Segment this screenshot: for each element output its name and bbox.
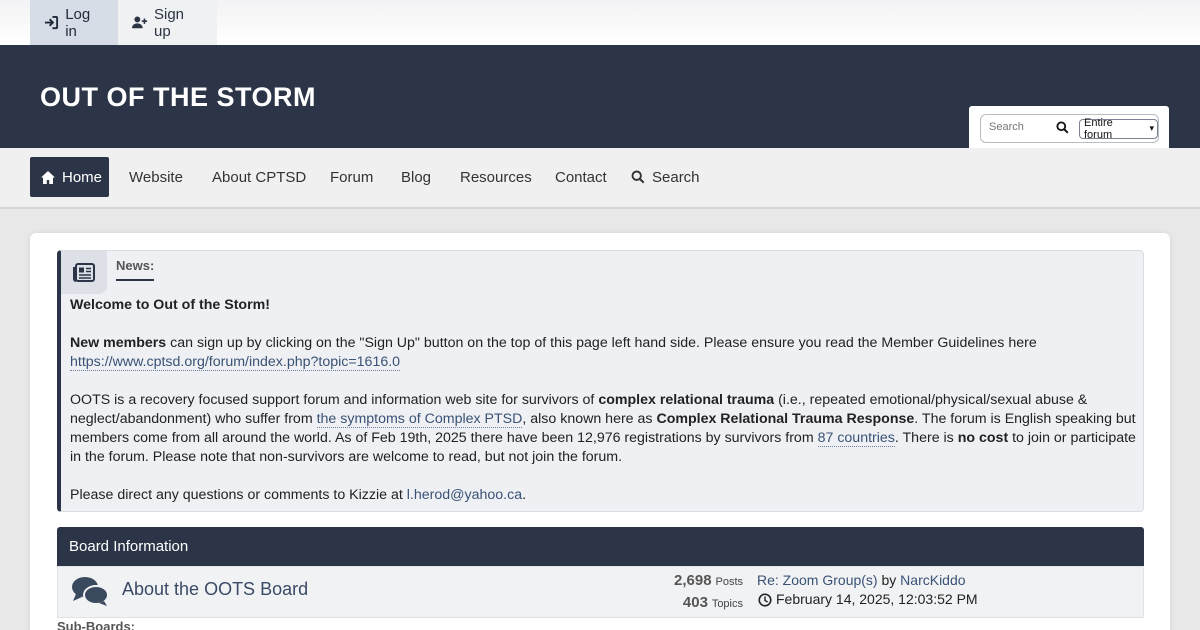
news-intro-text: OOTS is a recovery focused support forum… bbox=[70, 392, 599, 408]
user-bar: Log in Sign up bbox=[0, 0, 1200, 45]
news-bold-trauma: complex relational trauma bbox=[598, 392, 775, 408]
news-bold-response: Complex Relational Trauma Response bbox=[656, 411, 915, 427]
news-label: News: bbox=[116, 258, 155, 281]
nav-website[interactable]: Website bbox=[129, 157, 183, 197]
countries-link[interactable]: 87 countries bbox=[817, 430, 895, 447]
login-button[interactable]: Log in bbox=[30, 0, 118, 45]
posts-count: 2,698 bbox=[674, 572, 712, 589]
user-plus-icon bbox=[132, 15, 148, 31]
news-signup-text: can sign up by clicking on the "Sign Up"… bbox=[166, 335, 1037, 351]
site-title[interactable]: OUT OF THE STORM bbox=[40, 82, 316, 113]
board-row: About the OOTS Board 2,698 Posts 403 Top… bbox=[57, 566, 1144, 618]
news-text-aka: , also known here as bbox=[522, 411, 657, 427]
signup-button[interactable]: Sign up bbox=[118, 0, 217, 45]
newspaper-icon bbox=[61, 251, 107, 294]
clock-icon bbox=[757, 592, 773, 608]
nav-search-label: Search bbox=[652, 168, 700, 186]
search-scope-select[interactable]: Entire forum ▾ bbox=[1079, 117, 1158, 141]
board-stats: 2,698 Posts 403 Topics bbox=[648, 570, 743, 614]
nav-forum[interactable]: Forum bbox=[330, 157, 373, 197]
home-icon bbox=[40, 169, 56, 185]
main-content: News: Welcome to Out of the Storm! New m… bbox=[30, 233, 1170, 630]
last-post-link[interactable]: Re: Zoom Group(s) bbox=[757, 572, 878, 588]
nav-blog[interactable]: Blog bbox=[401, 157, 431, 197]
search-icon bbox=[630, 169, 646, 185]
search-scope-value: Entire forum bbox=[1084, 117, 1113, 141]
main-nav: Home Website About CPTSD Forum Blog Reso… bbox=[0, 148, 1200, 209]
guidelines-link[interactable]: https://www.cptsd.org/forum/index.php?to… bbox=[70, 354, 401, 371]
search-input[interactable] bbox=[989, 121, 1053, 133]
last-post-date: February 14, 2025, 12:03:52 PM bbox=[776, 591, 978, 607]
news-bold-no-cost: no cost bbox=[957, 430, 1009, 446]
board-section-header[interactable]: Board Information bbox=[57, 527, 1144, 566]
news-contact-text: Please direct any questions or comments … bbox=[70, 487, 407, 503]
sign-in-icon bbox=[44, 15, 59, 31]
nav-home[interactable]: Home bbox=[30, 157, 109, 197]
nav-home-label: Home bbox=[62, 168, 103, 186]
nav-resources[interactable]: Resources bbox=[460, 157, 532, 197]
nav-search[interactable]: Search bbox=[630, 157, 700, 197]
nav-about-cptsd[interactable]: About CPTSD bbox=[212, 157, 306, 197]
search-form: Entire forum ▾ bbox=[980, 114, 1159, 143]
comments-icon bbox=[71, 575, 109, 607]
topics-label: Topics bbox=[711, 598, 743, 610]
posts-label: Posts bbox=[715, 576, 743, 588]
search-icon[interactable] bbox=[1056, 121, 1072, 137]
signup-label: Sign up bbox=[154, 5, 185, 40]
last-post-by: by bbox=[877, 572, 901, 588]
news-contact-end: . bbox=[522, 487, 527, 503]
news-new-members: New members bbox=[70, 335, 167, 351]
subboards-label: Sub-Boards: bbox=[57, 619, 135, 630]
news-text-cost: . There is bbox=[894, 430, 958, 446]
login-label: Log in bbox=[65, 5, 91, 40]
news-body: Welcome to Out of the Storm! New members… bbox=[70, 296, 1136, 524]
news-welcome: Welcome to Out of the Storm! bbox=[70, 297, 270, 313]
quick-search: Entire forum ▾ bbox=[969, 106, 1169, 148]
nav-contact[interactable]: Contact bbox=[555, 157, 607, 197]
topics-count: 403 bbox=[682, 594, 708, 611]
cptsd-symptoms-link[interactable]: the symptoms of Complex PTSD bbox=[316, 411, 523, 428]
last-post-author-link[interactable]: NarcKiddo bbox=[900, 572, 965, 588]
site-header: OUT OF THE STORM Entire forum ▾ bbox=[0, 45, 1200, 148]
chevron-down-icon: ▾ bbox=[1149, 123, 1154, 133]
news-box: News: Welcome to Out of the Storm! New m… bbox=[57, 250, 1144, 512]
contact-email-link[interactable]: l.herod@yahoo.ca bbox=[407, 487, 522, 503]
board-name-link[interactable]: About the OOTS Board bbox=[122, 579, 308, 600]
last-post-info: Re: Zoom Group(s) by NarcKiddo February … bbox=[757, 571, 978, 609]
